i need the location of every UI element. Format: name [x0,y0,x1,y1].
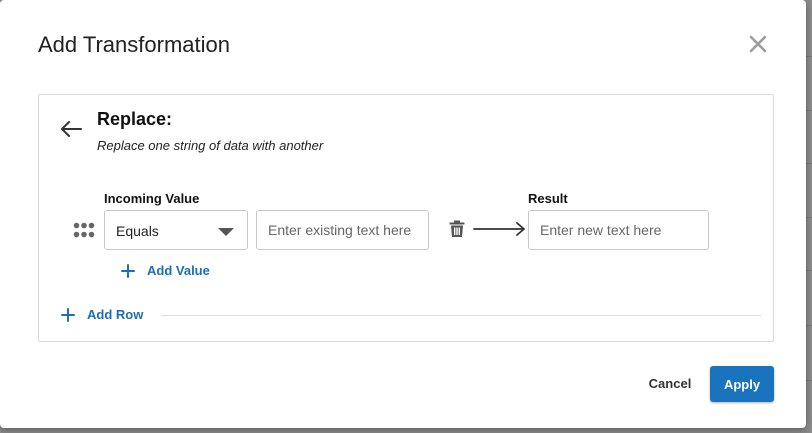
close-icon [749,35,767,53]
existing-text-input[interactable] [256,210,429,250]
incoming-value-label: Incoming Value [104,191,200,206]
match-type-value: Equals [116,223,159,239]
add-value-button[interactable]: Add Value [121,263,210,278]
add-value-label: Add Value [147,263,210,278]
close-button[interactable] [746,32,770,56]
panel-subtitle: Replace one string of data with another [97,138,324,153]
arrow-right-icon [473,222,525,236]
caret-down-icon [218,228,234,236]
add-row-divider [161,315,761,316]
panel-title: Replace: [97,109,173,129]
plus-icon [121,263,135,278]
match-type-select[interactable]: Equals [104,210,248,250]
dialog-title: Add Transformation [38,32,230,57]
back-button[interactable] [59,119,83,139]
arrow-left-icon [61,121,82,137]
drag-handle[interactable] [73,222,95,238]
maps-to-arrow [473,221,527,237]
trash-icon [449,220,465,237]
delete-row-button[interactable] [449,220,465,238]
add-transformation-dialog: Add Transformation Replace: Replace one … [0,0,806,428]
result-text-input[interactable] [528,210,709,250]
cancel-button[interactable]: Cancel [640,367,700,399]
drag-handle-icon [73,222,95,238]
apply-button[interactable]: Apply [710,366,774,402]
add-row-button[interactable]: Add Row [61,307,143,322]
plus-icon [61,307,75,322]
replace-panel: Replace: Replace one string of data with… [38,94,774,342]
result-label: Result [528,191,568,206]
add-row-label: Add Row [87,307,144,322]
